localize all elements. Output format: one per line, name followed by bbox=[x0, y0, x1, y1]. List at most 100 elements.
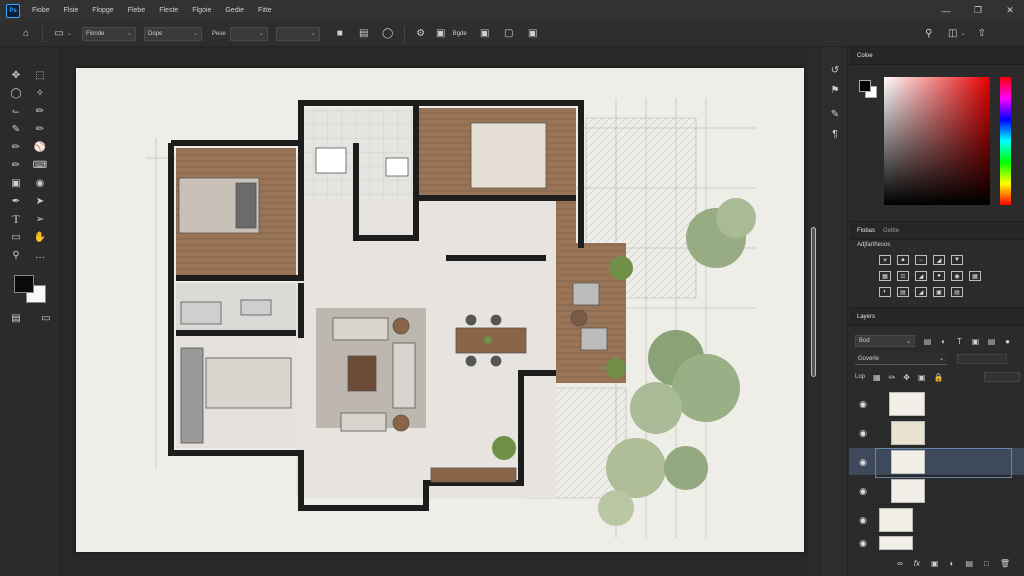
menu-item-view[interactable]: Gedie bbox=[225, 7, 244, 14]
move-tool-icon[interactable]: ✥ bbox=[6, 67, 26, 84]
photo-filter-icon[interactable]: ● bbox=[933, 271, 945, 281]
gear-icon[interactable]: ⚙ bbox=[413, 26, 429, 42]
brush-settings-icon[interactable]: ✎ bbox=[828, 107, 842, 121]
direct-select-icon[interactable]: ➢ bbox=[30, 211, 50, 228]
type-tool-icon[interactable]: T bbox=[6, 211, 26, 228]
pen-tool-icon[interactable]: ✒ bbox=[6, 193, 26, 210]
screen-mode-icon[interactable]: ▭ bbox=[36, 310, 56, 327]
adjustment-layer-icon[interactable]: ◐ bbox=[950, 559, 955, 568]
eye-icon[interactable]: ◉ bbox=[857, 398, 869, 410]
tool-preset-icon[interactable]: ▭ bbox=[51, 26, 67, 42]
layer-row[interactable]: ◉ bbox=[849, 506, 1024, 534]
foreground-color-swatch[interactable] bbox=[14, 275, 34, 293]
camera-icon[interactable]: ▣ bbox=[433, 26, 449, 42]
add-mask-icon[interactable]: ▣ bbox=[931, 559, 939, 568]
history-icon[interactable]: ↺ bbox=[828, 63, 842, 77]
vibrance-icon[interactable]: ▼ bbox=[951, 255, 963, 265]
eraser-icon[interactable]: ✏ bbox=[6, 157, 26, 174]
posterize-icon[interactable]: ▤ bbox=[897, 287, 909, 297]
layer-row[interactable]: ◉ bbox=[849, 535, 1024, 551]
options-dropdown-2[interactable]: Dope ⌄ bbox=[144, 26, 203, 41]
lock-position-icon[interactable]: ✥ bbox=[903, 373, 910, 382]
shape-tool-icon[interactable]: ▭ bbox=[6, 229, 26, 246]
color-lookup-icon[interactable]: ▦ bbox=[969, 271, 981, 281]
hue-saturation-icon[interactable]: ▦ bbox=[879, 271, 891, 281]
paint-bucket-icon[interactable]: ⌨ bbox=[30, 157, 50, 174]
blur-tool-icon[interactable]: ▣ bbox=[6, 175, 26, 192]
mini-foreground-swatch[interactable] bbox=[859, 80, 871, 92]
curves-icon[interactable]: ∽ bbox=[915, 255, 927, 265]
menu-item-file[interactable]: Fiobe bbox=[32, 7, 50, 14]
tab-layers[interactable]: Layers bbox=[857, 314, 875, 320]
quick-mask-icon[interactable]: ▤ bbox=[6, 310, 26, 327]
properties-icon[interactable]: ⚑ bbox=[828, 83, 842, 97]
eye-icon[interactable]: ◉ bbox=[857, 485, 869, 497]
lock-pixels-icon[interactable]: ▦ bbox=[873, 373, 881, 382]
search-icon[interactable]: ⚲ bbox=[921, 26, 937, 42]
align-icon[interactable]: ▤ bbox=[356, 26, 372, 42]
magic-wand-icon[interactable]: ✧ bbox=[30, 85, 50, 102]
frame-alt-icon[interactable]: ▢ bbox=[501, 26, 517, 42]
home-icon[interactable]: ⌂ bbox=[18, 26, 34, 42]
eye-icon[interactable]: ◉ bbox=[857, 537, 869, 549]
document-canvas[interactable] bbox=[76, 68, 804, 552]
trash-icon[interactable]: 🗑 bbox=[1000, 559, 1010, 568]
restore-icon[interactable]: ❐ bbox=[972, 5, 984, 17]
close-icon[interactable]: ✕ bbox=[1004, 5, 1016, 17]
lock-all-icon[interactable]: 🔒 bbox=[934, 373, 944, 382]
menu-item-layer[interactable]: Flebe bbox=[128, 7, 146, 14]
vertical-scrollbar[interactable] bbox=[808, 47, 820, 576]
channel-mixer-icon[interactable]: ◉ bbox=[951, 271, 963, 281]
chevron-down-icon[interactable]: ⌄ bbox=[67, 30, 72, 37]
fx-icon[interactable]: fx bbox=[914, 559, 920, 568]
tab-adjustments[interactable]: Fiobas bbox=[857, 228, 875, 234]
more-tools-icon[interactable]: … bbox=[30, 247, 50, 264]
gradient-map-icon[interactable]: ▣ bbox=[933, 287, 945, 297]
opacity-field[interactable] bbox=[957, 354, 1007, 364]
blend-mode-dropdown[interactable]: Goverle ⌄ bbox=[855, 353, 947, 365]
selective-color-icon[interactable]: ▤ bbox=[951, 287, 963, 297]
hue-slider[interactable] bbox=[1000, 77, 1011, 205]
filter-toggle-icon[interactable]: ● bbox=[1003, 337, 1012, 346]
menu-item-image[interactable]: Flopge bbox=[92, 7, 113, 14]
menu-item-filter[interactable]: Flgoie bbox=[192, 7, 211, 14]
rectangle-icon[interactable]: ■ bbox=[332, 26, 348, 42]
levels-icon[interactable]: ▲ bbox=[897, 255, 909, 265]
menu-item-select[interactable]: Fleste bbox=[159, 7, 178, 14]
workspace-icon[interactable]: ◫ bbox=[945, 26, 961, 42]
share-icon[interactable]: ⇧ bbox=[974, 26, 990, 42]
brush-tool-icon[interactable]: ✏ bbox=[30, 121, 50, 138]
layer-row[interactable]: ◉ bbox=[849, 390, 1024, 418]
zoom-tool-icon[interactable]: ⚲ bbox=[6, 247, 26, 264]
lasso-tool-icon[interactable]: ◯ bbox=[6, 85, 26, 102]
tab-styles[interactable]: Gelbe bbox=[883, 228, 899, 234]
new-layer-icon[interactable]: □ bbox=[984, 559, 989, 568]
options-dropdown-4[interactable]: ⌄ bbox=[275, 26, 320, 41]
crop-frame-icon[interactable]: ▣ bbox=[525, 26, 541, 42]
frame-icon[interactable]: ▣ bbox=[477, 26, 493, 42]
smart-object-filter-icon[interactable]: ▤ bbox=[987, 337, 996, 346]
paragraph-icon[interactable]: ¶ bbox=[828, 127, 842, 141]
black-white-icon[interactable]: ◢ bbox=[915, 271, 927, 281]
healing-brush-icon[interactable]: ✎ bbox=[6, 121, 26, 138]
options-dropdown-1[interactable]: Flonde ⌄ bbox=[82, 26, 137, 41]
brightness-icon[interactable]: ☀ bbox=[879, 255, 891, 265]
eye-icon[interactable]: ◉ bbox=[857, 456, 869, 468]
marquee-tool-icon[interactable]: ⬚ bbox=[30, 67, 50, 84]
path-select-icon[interactable]: ➤ bbox=[30, 193, 50, 210]
clone-stamp-icon[interactable]: ✏ bbox=[6, 139, 26, 156]
minimize-icon[interactable]: — bbox=[940, 5, 952, 17]
menu-item-help[interactable]: Fitte bbox=[258, 7, 272, 14]
lock-image-icon[interactable]: ✏ bbox=[889, 373, 896, 382]
invert-icon[interactable]: ◐ bbox=[879, 287, 891, 297]
shape-filter-icon[interactable]: ▣ bbox=[971, 337, 980, 346]
lock-artboard-icon[interactable]: ▣ bbox=[918, 373, 926, 382]
color-balance-icon[interactable]: ⚖ bbox=[897, 271, 909, 281]
tab-color[interactable]: Coloe bbox=[857, 53, 873, 59]
crop-tool-icon[interactable]: ⌙ bbox=[6, 103, 26, 120]
menu-item-edit[interactable]: Flsie bbox=[64, 7, 79, 14]
layer-row[interactable]: ◉ bbox=[849, 448, 1024, 478]
fill-field[interactable] bbox=[984, 372, 1020, 382]
link-layers-icon[interactable]: ∞ bbox=[897, 559, 903, 568]
color-picker-field[interactable] bbox=[884, 77, 990, 205]
